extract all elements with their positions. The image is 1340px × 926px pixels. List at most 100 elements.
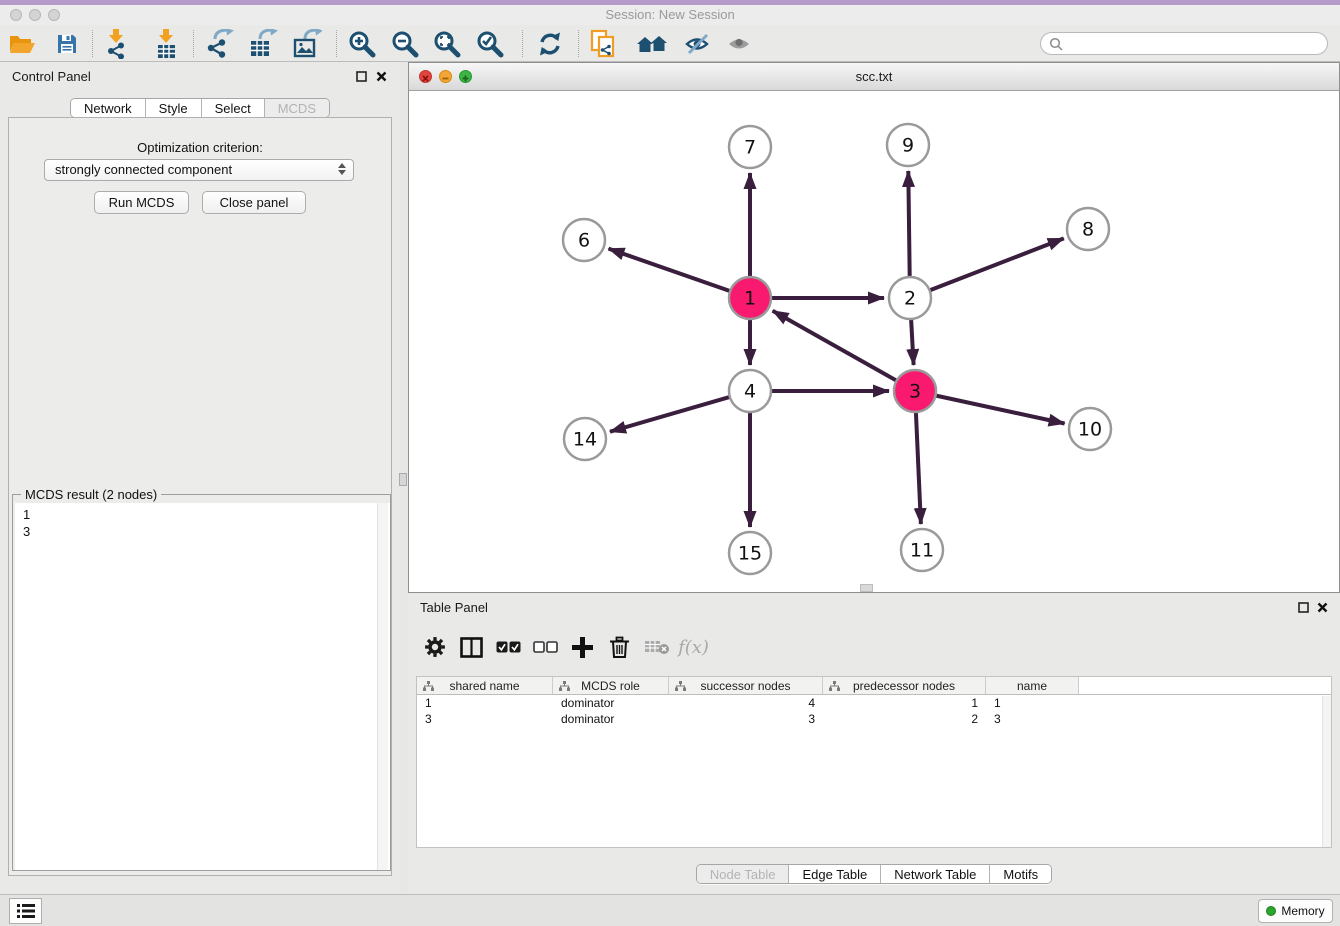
function-builder-icon[interactable]: f(x)	[675, 637, 712, 658]
node-7[interactable]: 7	[729, 126, 771, 168]
column-label: shared name	[449, 679, 519, 693]
zoom-fit-icon[interactable]	[431, 28, 463, 60]
edge-4-14[interactable]	[610, 397, 730, 432]
column-label: name	[1017, 679, 1047, 693]
column-label: predecessor nodes	[853, 679, 955, 693]
column-header-MCDS-role[interactable]: MCDS role	[553, 677, 669, 694]
criterion-dropdown[interactable]: strongly connected component	[44, 159, 354, 181]
mcds-result-text[interactable]: 13	[15, 503, 390, 870]
node-11[interactable]: 11	[901, 529, 943, 571]
edge-3-10[interactable]	[936, 396, 1065, 424]
node-14[interactable]: 14	[564, 418, 606, 460]
edge-3-11[interactable]	[916, 412, 921, 524]
tab-node-table[interactable]: Node Table	[697, 865, 790, 883]
control-panel: Control Panel Network Style Select MCDS …	[0, 62, 400, 894]
hide-selected-icon[interactable]	[682, 28, 714, 60]
zoom-view-button[interactable]	[459, 70, 472, 83]
table-cell[interactable]: 4	[669, 695, 823, 711]
edge-2-9[interactable]	[908, 171, 909, 277]
column-header-shared-name[interactable]: shared name	[417, 677, 553, 694]
minimize-view-button[interactable]	[439, 70, 452, 83]
close-panel-icon[interactable]	[374, 69, 388, 83]
import-table-icon[interactable]	[152, 28, 184, 60]
tab-motifs[interactable]: Motifs	[990, 865, 1051, 883]
search-input[interactable]	[1068, 36, 1308, 51]
table-cell[interactable]: 2	[823, 711, 986, 727]
network-canvas[interactable]: 1 2 3 4 6 7 8 9 10 11 14 15	[409, 91, 1339, 593]
tab-edge-table[interactable]: Edge Table	[789, 865, 881, 883]
close-view-button[interactable]	[419, 70, 432, 83]
table-cell[interactable]: 1	[417, 695, 553, 711]
search-field[interactable]	[1040, 32, 1328, 55]
close-window-button[interactable]	[10, 9, 22, 21]
deselect-all-rows-icon[interactable]	[527, 641, 564, 653]
node-9[interactable]: 9	[887, 124, 929, 166]
show-all-icon[interactable]	[724, 28, 756, 60]
zoom-in-icon[interactable]	[346, 28, 378, 60]
result-scrollbar[interactable]	[377, 503, 388, 870]
node-2[interactable]: 2	[889, 277, 931, 319]
close-panel-button[interactable]: Close panel	[202, 191, 306, 214]
export-network-icon[interactable]	[204, 28, 236, 60]
tab-network[interactable]: Network	[71, 99, 146, 117]
node-10[interactable]: 10	[1069, 408, 1111, 450]
table-cell[interactable]: 3	[669, 711, 823, 727]
table-cell[interactable]: dominator	[553, 695, 669, 711]
minimize-window-button[interactable]	[29, 9, 41, 21]
zoom-window-button[interactable]	[48, 9, 60, 21]
float-table-panel-icon[interactable]	[1296, 600, 1310, 614]
delete-column-icon[interactable]	[601, 636, 638, 659]
refresh-network-icon[interactable]	[534, 28, 566, 60]
tab-mcds[interactable]: MCDS	[265, 99, 329, 117]
pane-divider-grip[interactable]	[399, 473, 407, 486]
save-session-icon[interactable]	[51, 28, 83, 60]
close-table-panel-icon[interactable]	[1315, 600, 1329, 614]
export-image-icon[interactable]	[291, 28, 323, 60]
column-header-predecessor-nodes[interactable]: predecessor nodes	[823, 677, 986, 694]
column-label: successor nodes	[700, 679, 790, 693]
node-6[interactable]: 6	[563, 219, 605, 261]
column-header-name[interactable]: name	[986, 677, 1079, 694]
zoom-out-icon[interactable]	[389, 28, 421, 60]
task-history-button[interactable]	[9, 898, 42, 924]
split-panel-icon[interactable]	[453, 637, 490, 658]
edge-3-1[interactable]	[773, 311, 897, 381]
first-neighbors-icon[interactable]	[636, 28, 668, 60]
add-column-icon[interactable]	[564, 637, 601, 658]
window-controls[interactable]	[10, 9, 60, 21]
run-mcds-button[interactable]: Run MCDS	[94, 191, 189, 214]
network-window-grip[interactable]	[860, 584, 873, 592]
edge-2-3[interactable]	[911, 319, 914, 365]
table-cell[interactable]: 3	[417, 711, 553, 727]
tab-style[interactable]: Style	[146, 99, 202, 117]
memory-button[interactable]: Memory	[1258, 899, 1333, 923]
edge-1-6[interactable]	[609, 249, 731, 292]
table-panel-title: Table Panel	[420, 600, 488, 615]
column-header-successor-nodes[interactable]: successor nodes	[669, 677, 823, 694]
export-table-icon[interactable]	[247, 28, 279, 60]
node-8[interactable]: 8	[1067, 208, 1109, 250]
table-cell[interactable]: dominator	[553, 711, 669, 727]
table-cell[interactable]: 1	[986, 695, 1079, 711]
open-session-icon[interactable]	[6, 28, 38, 60]
tab-network-table[interactable]: Network Table	[881, 865, 990, 883]
node-15[interactable]: 15	[729, 532, 771, 574]
node-4[interactable]: 4	[729, 370, 771, 412]
edge-2-8[interactable]	[930, 238, 1064, 290]
network-window-titlebar[interactable]: scc.txt	[409, 63, 1339, 91]
table-scrollbar[interactable]	[1322, 696, 1331, 848]
table-row[interactable]: 1dominator411	[417, 695, 1331, 711]
float-panel-icon[interactable]	[354, 69, 368, 83]
zoom-selected-icon[interactable]	[474, 28, 506, 60]
table-cell[interactable]: 1	[823, 695, 986, 711]
duplicate-network-icon[interactable]	[587, 28, 619, 60]
node-1[interactable]: 1	[729, 277, 771, 319]
select-all-rows-icon[interactable]	[490, 641, 527, 653]
table-row[interactable]: 3dominator323	[417, 711, 1331, 727]
tab-select[interactable]: Select	[202, 99, 265, 117]
delete-table-icon[interactable]	[638, 639, 675, 655]
import-network-icon[interactable]	[102, 28, 134, 60]
node-3[interactable]: 3	[894, 370, 936, 412]
column-settings-icon[interactable]	[416, 636, 453, 658]
table-cell[interactable]: 3	[986, 711, 1079, 727]
